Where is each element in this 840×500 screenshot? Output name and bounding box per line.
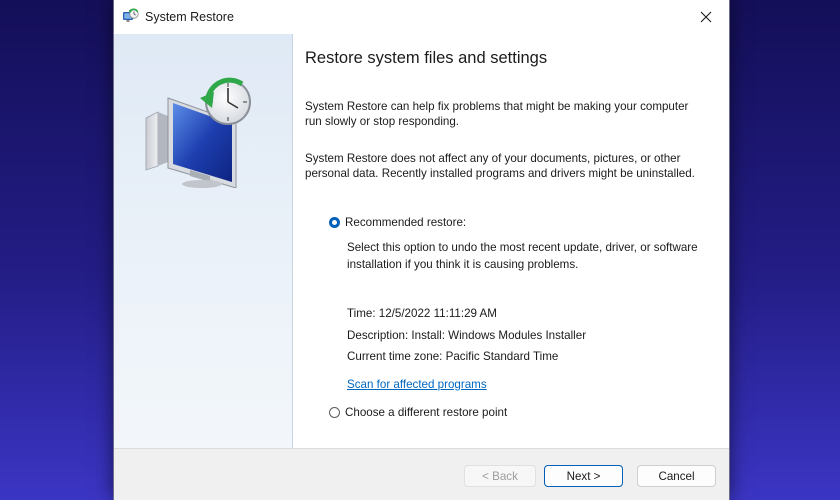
recommended-restore-option[interactable]: Recommended restore: — [329, 216, 466, 229]
restore-point-description: Description: Install: Windows Modules In… — [347, 329, 587, 342]
info-paragraph: System Restore does not affect any of yo… — [305, 152, 695, 180]
restore-point-time: Time: 12/5/2022 11:11:29 AM — [347, 307, 497, 320]
window-title: System Restore — [145, 10, 234, 24]
back-button[interactable]: < Back — [464, 465, 536, 487]
recommended-restore-description: Select this option to undo the most rece… — [347, 241, 698, 271]
restore-point-timezone: Current time zone: Pacific Standard Time — [347, 350, 559, 363]
scan-affected-programs-link[interactable]: Scan for affected programs — [347, 378, 487, 391]
radio-button-unchecked[interactable] — [329, 407, 340, 418]
different-restore-point-label: Choose a different restore point — [345, 406, 508, 419]
close-icon — [700, 11, 712, 23]
sidebar-panel — [114, 34, 293, 448]
recommended-restore-label: Recommended restore: — [345, 216, 467, 229]
button-bar: < Back Next > Cancel — [114, 448, 729, 500]
different-restore-point-option[interactable]: Choose a different restore point — [329, 406, 507, 419]
cancel-button[interactable]: Cancel — [637, 465, 716, 487]
content-panel: Restore system files and settings System… — [293, 34, 729, 448]
title-bar: System Restore — [114, 0, 729, 34]
system-restore-icon — [123, 8, 139, 22]
system-restore-window: System Restore Restore system files and … — [113, 0, 730, 500]
radio-button-checked[interactable] — [329, 217, 340, 228]
next-button[interactable]: Next > — [544, 465, 623, 487]
page-title: Restore system files and settings — [305, 49, 548, 67]
computer-clock-restore-icon — [145, 77, 251, 188]
close-button[interactable] — [683, 0, 729, 34]
intro-paragraph: System Restore can help fix problems tha… — [305, 100, 689, 128]
